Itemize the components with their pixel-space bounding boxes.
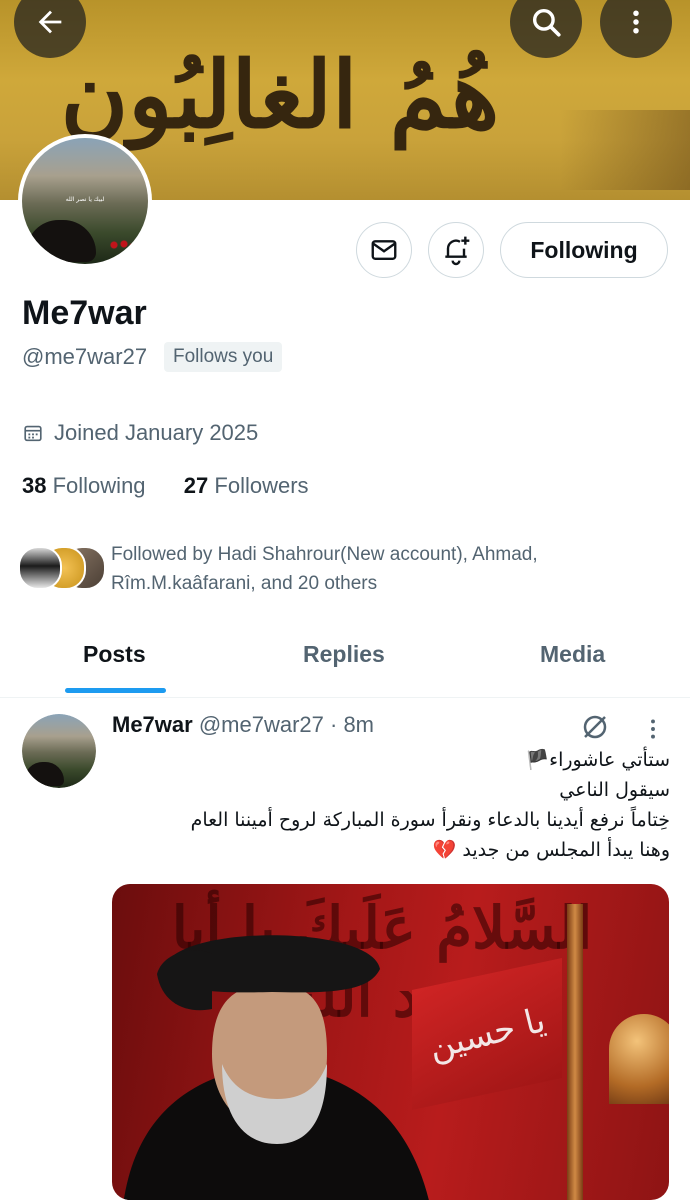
post-author-name[interactable]: Me7war	[112, 712, 193, 737]
post-avatar-image	[22, 714, 96, 788]
profile-name: Me7war	[22, 294, 147, 332]
image-dome	[609, 1014, 669, 1104]
post-line: وهنا يبدأ المجلس من جديد 💔	[432, 839, 670, 861]
image-minaret	[567, 904, 583, 1200]
banner-shadow	[560, 110, 690, 190]
mutual-line-2: Rîm.M.kaâfarani, and 20 others	[111, 573, 378, 594]
tab-media[interactable]: Media	[540, 641, 605, 668]
notify-button[interactable]	[428, 222, 484, 278]
following-button[interactable]: Following	[500, 222, 668, 278]
followers-link[interactable]: 27 Followers	[184, 473, 309, 498]
post-line: سيقول الناعي	[559, 779, 670, 801]
post-avatar-figure	[24, 762, 64, 786]
avatar-figure	[26, 220, 96, 262]
following-link[interactable]: 38 Following	[22, 473, 146, 498]
post-header: Me7war @me7war27 · 8m	[112, 712, 374, 738]
mail-icon	[371, 240, 397, 260]
bell-plus-icon	[445, 236, 470, 266]
calendar-icon	[24, 425, 42, 442]
post-text: ستأتي عاشوراء🏴 سيقول الناعي خِتاماً نرفع…	[112, 745, 670, 865]
post-line: خِتاماً نرفع أيدينا بالدعاء ونقرأ سورة ا…	[190, 809, 670, 831]
post-avatar[interactable]	[22, 714, 96, 788]
avatar-caption: لبيك يا نصر الله	[65, 196, 105, 203]
post-image[interactable]: السَّلامُ عَلَيكَ يا أبا عبد الله يا حسي…	[112, 884, 669, 1200]
arrow-left-icon	[38, 10, 62, 34]
tab-posts[interactable]: Posts	[83, 641, 146, 668]
message-button[interactable]	[356, 222, 412, 278]
following-label: Following	[52, 473, 146, 498]
grok-icon[interactable]	[580, 712, 610, 742]
post-more-icon[interactable]	[640, 716, 666, 742]
mutual-avatar	[18, 546, 62, 590]
profile-avatar[interactable]: لبيك يا نصر الله	[18, 134, 152, 268]
mutual-avatars	[18, 546, 106, 590]
tab-replies[interactable]: Replies	[303, 641, 385, 668]
mutual-followers-text: Followed by Hadi Shahrour(New account), …	[111, 540, 651, 598]
followers-count: 27	[183, 473, 209, 498]
avatar-image: لبيك يا نصر الله	[22, 138, 148, 264]
joined-date: Joined January 2025	[22, 420, 258, 446]
post-handle-time: @me7war27 · 8m	[198, 712, 375, 737]
joined-text: Joined January 2025	[54, 420, 259, 445]
image-person	[123, 935, 429, 1200]
more-vertical-icon	[633, 10, 639, 34]
avatar-flowers	[110, 240, 134, 250]
profile-handle: @me7war27	[22, 344, 148, 369]
follow-stats: 38 Following 27 Followers	[22, 473, 309, 499]
search-icon	[532, 8, 561, 37]
mutual-line-1: Followed by Hadi Shahrour(New account), …	[111, 544, 538, 565]
follows-you-badge: Follows you	[164, 342, 283, 372]
post-line: ستأتي عاشوراء🏴	[525, 749, 670, 771]
followers-label: Followers	[214, 473, 309, 498]
following-count: 38	[22, 473, 47, 498]
active-tab-indicator	[65, 688, 166, 693]
